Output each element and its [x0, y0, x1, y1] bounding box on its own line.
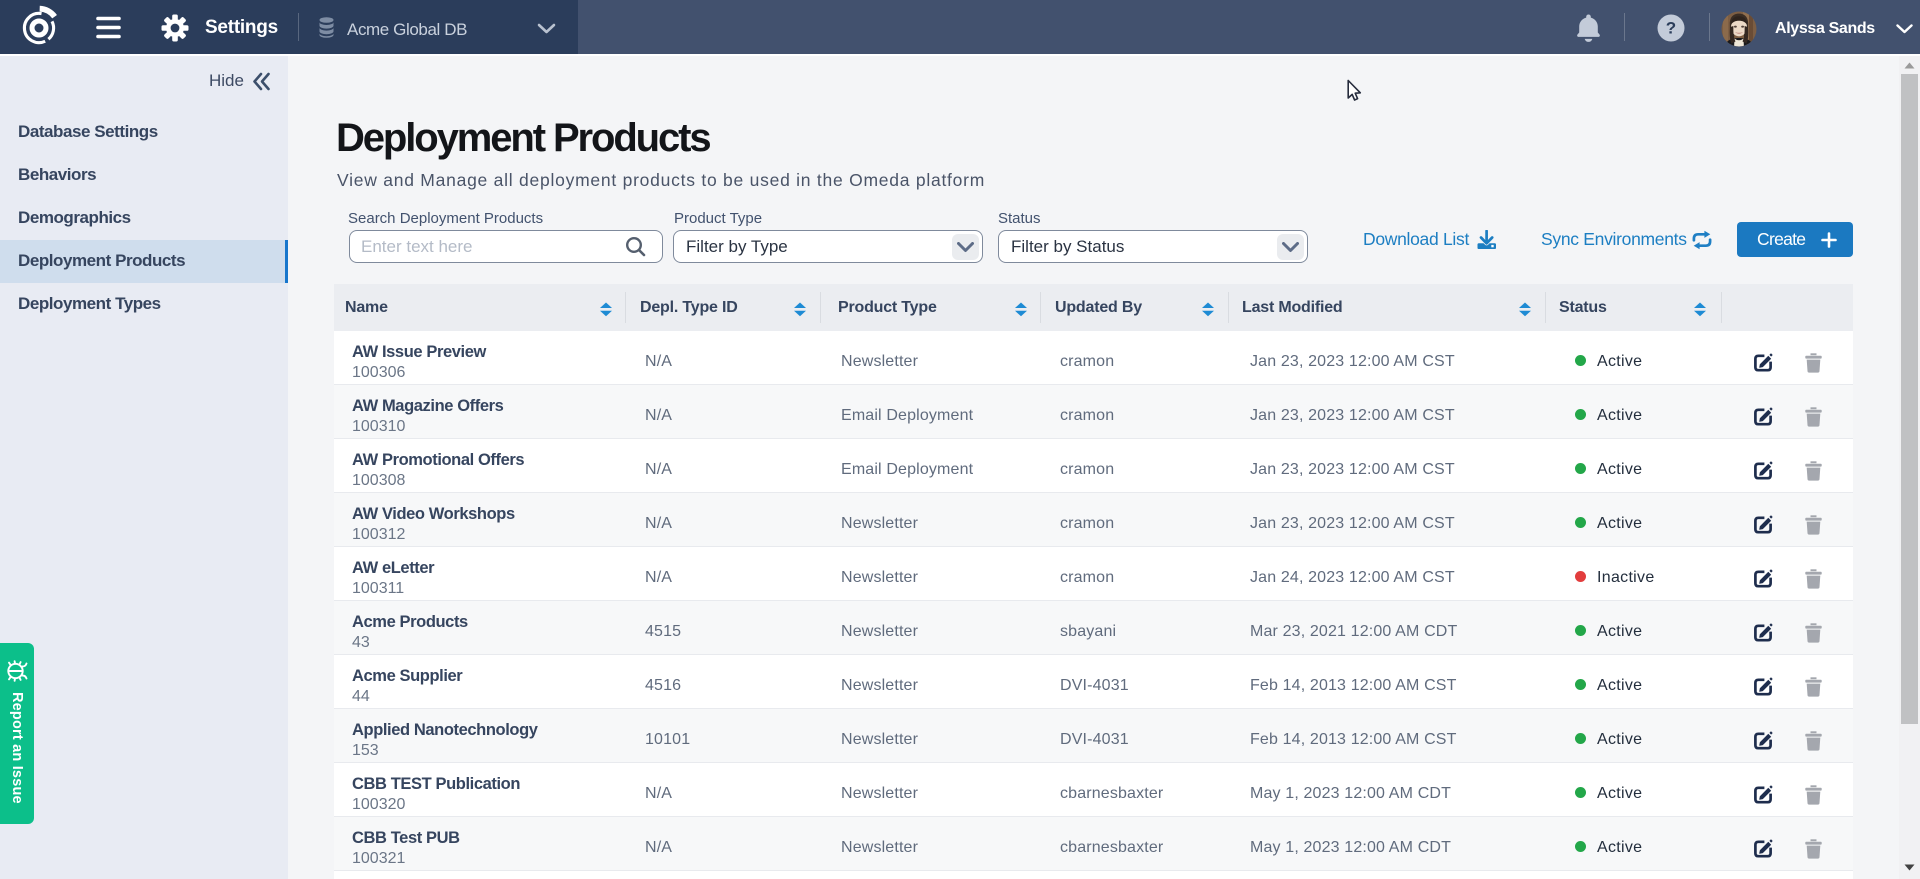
svg-text:?: ?	[1666, 19, 1676, 38]
